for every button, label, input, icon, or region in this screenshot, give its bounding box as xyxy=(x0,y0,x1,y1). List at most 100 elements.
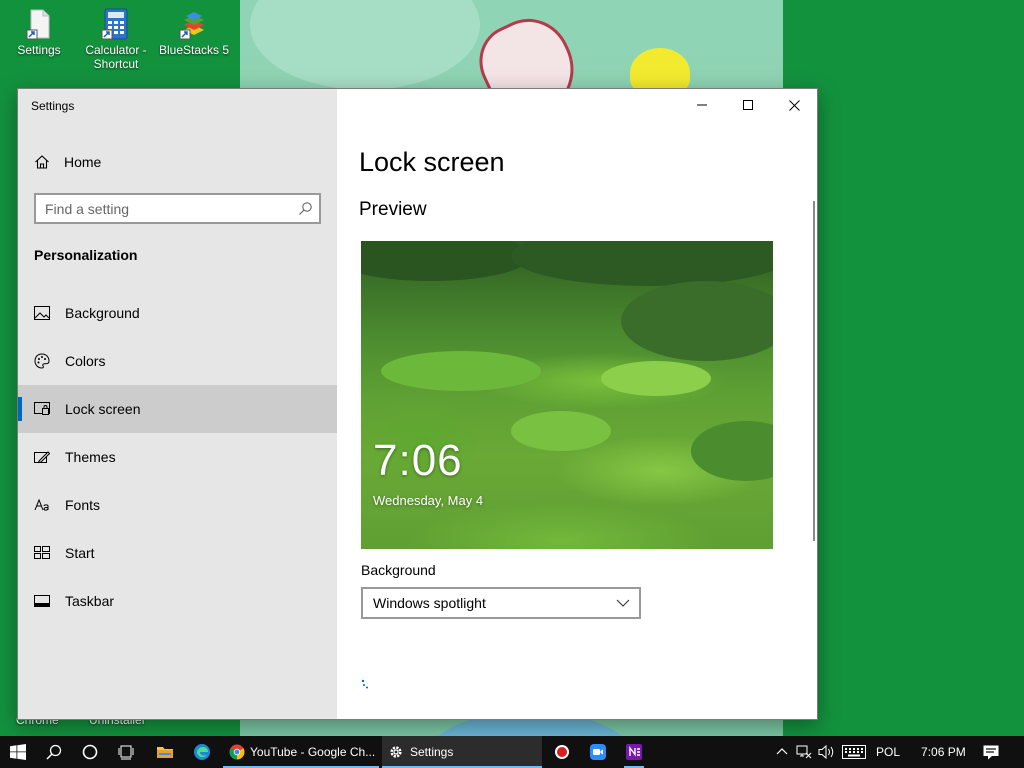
chevron-down-icon xyxy=(616,599,630,607)
record-icon xyxy=(555,745,569,759)
section-title: Personalization xyxy=(34,247,138,263)
home-link[interactable]: Home xyxy=(34,152,101,172)
lock-screen-preview: 7:06 Wednesday, May 4 xyxy=(361,241,773,549)
taskbar-edge[interactable] xyxy=(184,736,220,768)
system-tray: POL 7:06 PM xyxy=(776,736,966,768)
sidebar-item-label: Lock screen xyxy=(65,401,141,417)
sidebar-item-label: Start xyxy=(65,545,95,561)
preview-scenery xyxy=(511,411,611,451)
preview-title: Preview xyxy=(359,199,427,220)
chrome-icon xyxy=(229,744,245,760)
nav-list: Background Colors Lock screen Themes Fon… xyxy=(18,289,337,625)
preview-time: 7:06 xyxy=(373,436,463,485)
taskbar-icon xyxy=(34,593,50,609)
scrollbar[interactable] xyxy=(813,201,815,541)
keyboard-icon[interactable] xyxy=(842,745,866,759)
minimize-icon xyxy=(697,104,707,106)
sidebar-item-themes[interactable]: Themes xyxy=(18,433,337,481)
close-button[interactable] xyxy=(771,89,817,121)
bluestacks-icon xyxy=(179,12,204,40)
network-icon[interactable] xyxy=(796,744,812,760)
taskbar-recorder[interactable] xyxy=(544,736,580,768)
window-title: Settings xyxy=(31,99,75,113)
language-indicator[interactable]: POL xyxy=(876,745,900,759)
page-title: Lock screen xyxy=(359,147,505,177)
sidebar: Settings Home Personalization Background xyxy=(18,89,337,719)
taskbar-app-settings[interactable]: Settings xyxy=(382,736,542,768)
sidebar-item-label: Taskbar xyxy=(65,593,115,609)
search-button[interactable] xyxy=(36,736,72,768)
gear-icon xyxy=(390,746,402,758)
fonts-icon xyxy=(34,497,50,513)
zoom-icon xyxy=(590,744,606,760)
home-label: Home xyxy=(64,154,102,170)
close-icon xyxy=(788,99,800,111)
wallpaper-shape xyxy=(250,0,480,90)
taskbar-zoom[interactable] xyxy=(580,736,616,768)
desktop-icon-calculator[interactable]: Calculator - Shortcut xyxy=(80,8,152,71)
preview-scenery xyxy=(691,421,773,481)
notification-center-button[interactable] xyxy=(976,736,1006,768)
sidebar-item-label: Colors xyxy=(65,353,106,369)
taskbar: YouTube - Google Ch... Settings POL 7:06… xyxy=(0,736,1024,768)
sidebar-item-label: Fonts xyxy=(65,497,101,513)
sidebar-item-start[interactable]: Start xyxy=(18,529,337,577)
desktop-icon-label: Settings xyxy=(17,43,61,57)
search-box[interactable] xyxy=(34,193,321,224)
background-dropdown[interactable]: Windows spotlight xyxy=(361,587,641,619)
onenote-icon xyxy=(626,744,642,760)
home-icon xyxy=(35,155,49,169)
settings-shortcut-icon xyxy=(26,9,50,40)
sidebar-item-colors[interactable]: Colors xyxy=(18,337,337,385)
preview-scenery xyxy=(381,351,541,391)
background-label: Background xyxy=(361,562,436,578)
taskbar-app-label: YouTube - Google Ch... xyxy=(250,745,376,759)
taskbar-app-label: Settings xyxy=(410,745,454,759)
themes-icon xyxy=(34,449,50,465)
sidebar-item-fonts[interactable]: Fonts xyxy=(18,481,337,529)
sidebar-item-background[interactable]: Background xyxy=(18,289,337,337)
preview-scenery xyxy=(511,241,773,286)
search-input[interactable] xyxy=(36,195,291,222)
cortana-button[interactable] xyxy=(72,736,108,768)
image-icon xyxy=(34,305,50,321)
preview-scenery xyxy=(601,361,711,396)
notification-icon xyxy=(983,745,999,759)
desktop-icon-label: Calculator - Shortcut xyxy=(85,43,147,71)
content-pane: Lock screen Preview 7:06 Wednesday, May … xyxy=(337,89,817,719)
maximize-icon xyxy=(743,100,753,110)
calculator-icon xyxy=(101,8,128,40)
palette-icon xyxy=(34,353,50,369)
taskbar-app-chrome[interactable]: YouTube - Google Ch... xyxy=(223,736,379,768)
sidebar-item-label: Background xyxy=(65,305,140,321)
desktop-icon-label: BlueStacks 5 xyxy=(158,43,230,57)
start-icon xyxy=(34,545,50,561)
settings-window: Settings Home Personalization Background xyxy=(17,88,818,720)
sidebar-item-taskbar[interactable]: Taskbar xyxy=(18,577,337,625)
loading-spinner-icon xyxy=(361,679,368,689)
sidebar-item-label: Themes xyxy=(65,449,116,465)
desktop-icon-settings[interactable]: Settings xyxy=(3,8,75,57)
start-button[interactable] xyxy=(0,736,36,768)
volume-icon[interactable] xyxy=(818,744,836,760)
lock-screen-icon xyxy=(34,401,50,417)
taskbar-file-explorer[interactable] xyxy=(147,736,183,768)
desktop-icon-bluestacks[interactable]: BlueStacks 5 xyxy=(158,8,230,57)
folder-icon xyxy=(157,747,173,758)
search-icon xyxy=(299,202,312,215)
sidebar-item-lock-screen[interactable]: Lock screen xyxy=(18,385,337,433)
minimize-button[interactable] xyxy=(679,89,725,121)
edge-icon xyxy=(194,744,210,760)
task-view-button[interactable] xyxy=(108,736,144,768)
maximize-button[interactable] xyxy=(725,89,771,121)
taskbar-onenote[interactable] xyxy=(616,736,652,768)
preview-scenery xyxy=(621,281,773,361)
preview-date: Wednesday, May 4 xyxy=(373,493,484,508)
chevron-up-icon[interactable] xyxy=(776,746,788,758)
taskbar-clock[interactable]: 7:06 PM xyxy=(921,745,966,759)
windows-logo-icon xyxy=(10,744,26,760)
search-icon xyxy=(46,744,62,760)
background-dropdown-value: Windows spotlight xyxy=(373,595,486,611)
task-view-icon xyxy=(118,745,134,760)
cortana-icon xyxy=(82,744,98,760)
